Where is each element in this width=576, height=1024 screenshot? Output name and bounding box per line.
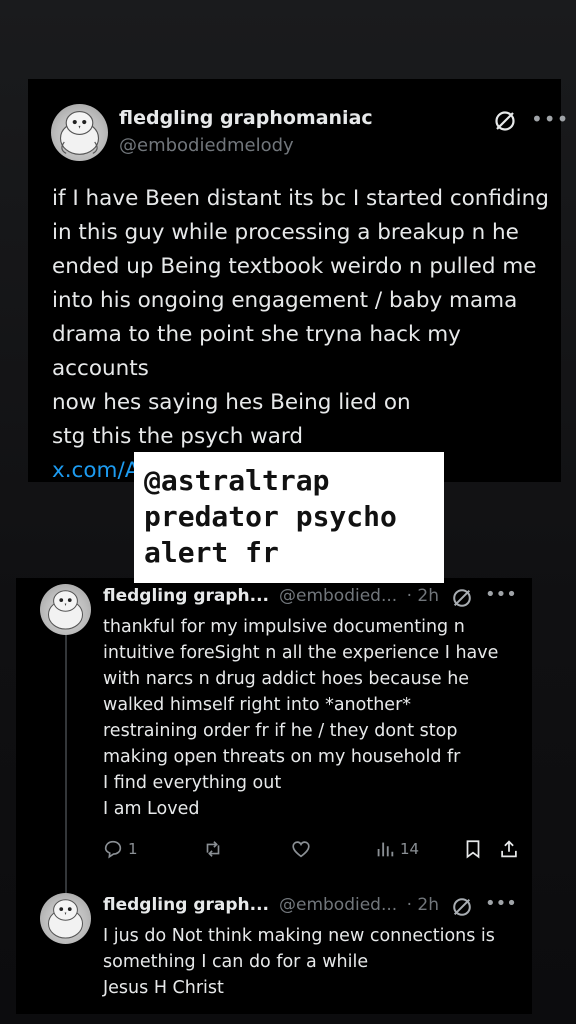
tweet-line: intuitive foreSight n all the experience…	[103, 643, 499, 663]
thread-card: fledgling graph... @embodied... · 2h ••• …	[16, 578, 532, 1014]
sticker-line: predator psycho	[144, 500, 397, 533]
tweet-line: with narcs n drug addict hoes because he	[103, 669, 470, 689]
display-name[interactable]: fledgling graph...	[103, 586, 269, 606]
sticker-line: @astraltrap	[144, 464, 330, 497]
timestamp: · 2h	[406, 586, 439, 606]
tweet-meta: fledgling graph... @embodied... · 2h	[103, 586, 439, 606]
tweet-line: I am Loved	[103, 799, 200, 819]
tweet-text: I jus do Not think making new connection…	[103, 923, 495, 1001]
text-sticker: @astraltrap predator psycho alert fr	[134, 452, 444, 583]
tweet-line: I find everything out	[103, 773, 282, 793]
bookmark-icon	[466, 840, 480, 859]
avatar[interactable]	[40, 584, 91, 635]
share-icon	[501, 840, 517, 858]
tweet-line: ended up Being textbook weirdo n pulled …	[52, 254, 537, 279]
views-button[interactable]: 14	[374, 838, 419, 860]
tweet-line: accounts	[52, 356, 149, 381]
tweet-line: Jesus H Christ	[103, 978, 224, 998]
quoted-tweet-card[interactable]: fledgling graphomaniac @embodiedmelody •…	[28, 79, 568, 483]
thread-tweet[interactable]: fledgling graph... @embodied... · 2h ••• …	[16, 889, 532, 1009]
tweet-line: making open threats on my household fr	[103, 747, 461, 767]
display-name[interactable]: fledgling graphomaniac	[119, 107, 373, 129]
tweet-line: something I can do for a while	[103, 952, 369, 972]
tweet-line: in this guy while processing a breakup n…	[52, 220, 519, 245]
tweet-line: if I have Been distant its bc I started …	[52, 186, 549, 211]
repost-button[interactable]	[202, 838, 228, 860]
tweet-meta: fledgling graph... @embodied... · 2h	[103, 895, 439, 915]
views-count: 14	[400, 840, 420, 858]
reply-count: 1	[128, 840, 138, 858]
sticker-line: alert fr	[144, 536, 279, 569]
no-entry-icon[interactable]	[493, 109, 517, 133]
tweet-line: stg this the psych ward	[52, 424, 304, 449]
user-handle[interactable]: @embodied...	[279, 586, 397, 606]
user-handle[interactable]: @embodied...	[279, 895, 397, 915]
like-button[interactable]	[290, 838, 316, 860]
reply-button[interactable]: 1	[102, 838, 138, 860]
tweet-line: walked himself right into *another*	[103, 695, 412, 715]
tweet-line: into his ongoing engagement / baby mama	[52, 288, 518, 313]
reply-icon	[104, 840, 122, 859]
display-name[interactable]: fledgling graph...	[103, 895, 269, 915]
user-handle[interactable]: @embodiedmelody	[119, 135, 294, 156]
tweet-line: I jus do Not think making new connection…	[103, 926, 495, 946]
thread-tweet[interactable]: fledgling graph... @embodied... · 2h ••• …	[16, 580, 532, 880]
tweet-line: thankful for my impulsive documenting n	[103, 617, 465, 637]
no-entry-icon[interactable]	[451, 587, 473, 609]
avatar[interactable]	[40, 893, 91, 944]
action-bar: 1 14	[102, 838, 522, 864]
no-entry-icon[interactable]	[451, 896, 473, 918]
tweet-line: restraining order fr if he / they dont s…	[103, 721, 458, 741]
share-button[interactable]	[498, 838, 520, 860]
tweet-text: if I have Been distant its bc I started …	[52, 182, 557, 488]
heart-icon	[292, 841, 310, 858]
more-icon[interactable]: •••	[485, 893, 517, 914]
bookmark-button[interactable]	[462, 838, 484, 860]
timestamp: · 2h	[406, 895, 439, 915]
more-icon[interactable]: •••	[485, 584, 517, 605]
avatar[interactable]	[51, 104, 108, 161]
repost-icon	[206, 841, 220, 857]
views-icon	[377, 842, 394, 857]
story-screen: fledgling graphomaniac @embodiedmelody •…	[0, 0, 576, 1024]
tweet-line: now hes saying hes Being lied on	[52, 390, 411, 415]
tweet-text: thankful for my impulsive documenting n …	[103, 614, 498, 822]
tweet-line: drama to the point she tryna hack my	[52, 322, 461, 347]
more-icon[interactable]: •••	[531, 107, 569, 131]
